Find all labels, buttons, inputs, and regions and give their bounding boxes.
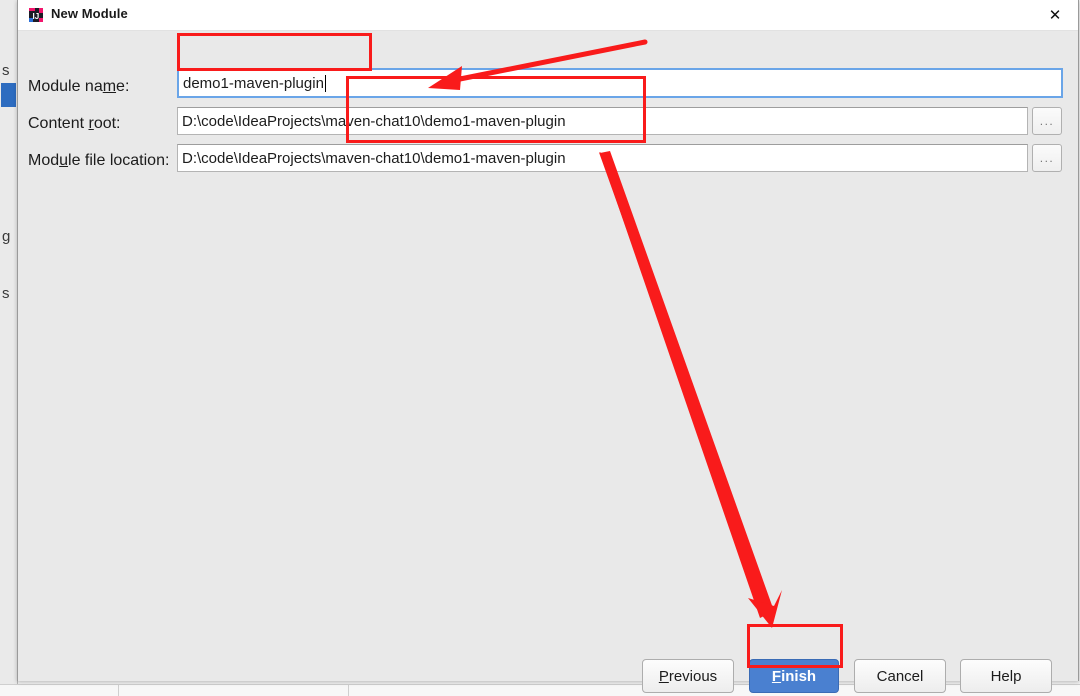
finish-button[interactable]: Finish: [749, 659, 839, 693]
module-file-location-input[interactable]: D:\code\IdeaProjects\maven-chat10\demo1-…: [177, 144, 1028, 172]
background-text-fragment: s: [2, 285, 10, 302]
content-root-label: Content root:: [28, 115, 121, 132]
module-name-value: demo1-maven-plugin: [183, 74, 324, 92]
new-module-dialog: IJ New Module ✕ Module name: demo1-maven…: [17, 0, 1079, 693]
previous-button[interactable]: Previous: [642, 659, 734, 693]
close-icon[interactable]: ✕: [1032, 0, 1078, 29]
background-selected-item: [1, 83, 16, 107]
svg-text:IJ: IJ: [33, 12, 40, 21]
content-root-value: D:\code\IdeaProjects\maven-chat10\demo1-…: [182, 112, 566, 130]
module-name-label: Module name:: [28, 78, 130, 95]
module-file-location-value: D:\code\IdeaProjects\maven-chat10\demo1-…: [182, 149, 566, 167]
help-button[interactable]: Help: [960, 659, 1052, 693]
module-name-input[interactable]: demo1-maven-plugin: [177, 68, 1063, 98]
background-status-divider: [348, 684, 349, 696]
intellij-idea-icon: IJ: [28, 7, 44, 23]
dialog-body: Module name: demo1-maven-plugin Content …: [18, 31, 1078, 693]
module-file-location-label: Module file location:: [28, 152, 170, 169]
screen: s g s IJ New Module ✕ Module name: demo1-m…: [0, 0, 1080, 696]
dialog-titlebar: IJ New Module ✕: [18, 0, 1078, 31]
content-root-input[interactable]: D:\code\IdeaProjects\maven-chat10\demo1-…: [177, 107, 1028, 135]
dialog-title: New Module: [51, 6, 128, 21]
module-file-location-browse-button[interactable]: ...: [1032, 144, 1062, 172]
text-caret: [324, 74, 326, 92]
background-text-fragment: s: [2, 62, 10, 79]
background-text-fragment: g: [2, 228, 11, 245]
background-status-divider: [118, 684, 119, 696]
content-root-browse-button[interactable]: ...: [1032, 107, 1062, 135]
cancel-button[interactable]: Cancel: [854, 659, 946, 693]
